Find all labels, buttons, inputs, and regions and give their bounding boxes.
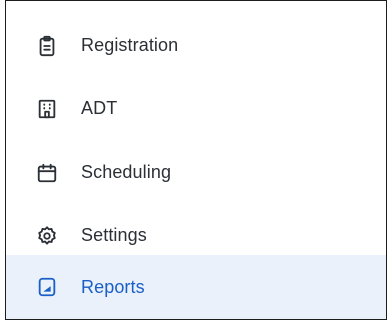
nav-item-registration[interactable]: Registration xyxy=(6,14,386,77)
calendar-icon xyxy=(36,162,58,184)
nav-item-label: Settings xyxy=(81,225,147,245)
nav-menu-panel: Registration ADT Scheduling Settings Rep… xyxy=(5,0,387,320)
clipboard-icon xyxy=(36,35,58,57)
nav-item-label: Registration xyxy=(81,35,179,55)
report-icon xyxy=(36,276,58,298)
nav-item-label: Reports xyxy=(81,276,145,297)
nav-item-scheduling[interactable]: Scheduling xyxy=(6,141,386,204)
nav-item-label: Scheduling xyxy=(81,162,172,182)
nav-item-adt[interactable]: ADT xyxy=(6,77,386,140)
building-icon xyxy=(36,98,58,120)
gear-icon xyxy=(36,225,58,247)
nav-item-label: ADT xyxy=(81,98,118,118)
nav-item-reports[interactable]: Reports xyxy=(6,255,386,319)
